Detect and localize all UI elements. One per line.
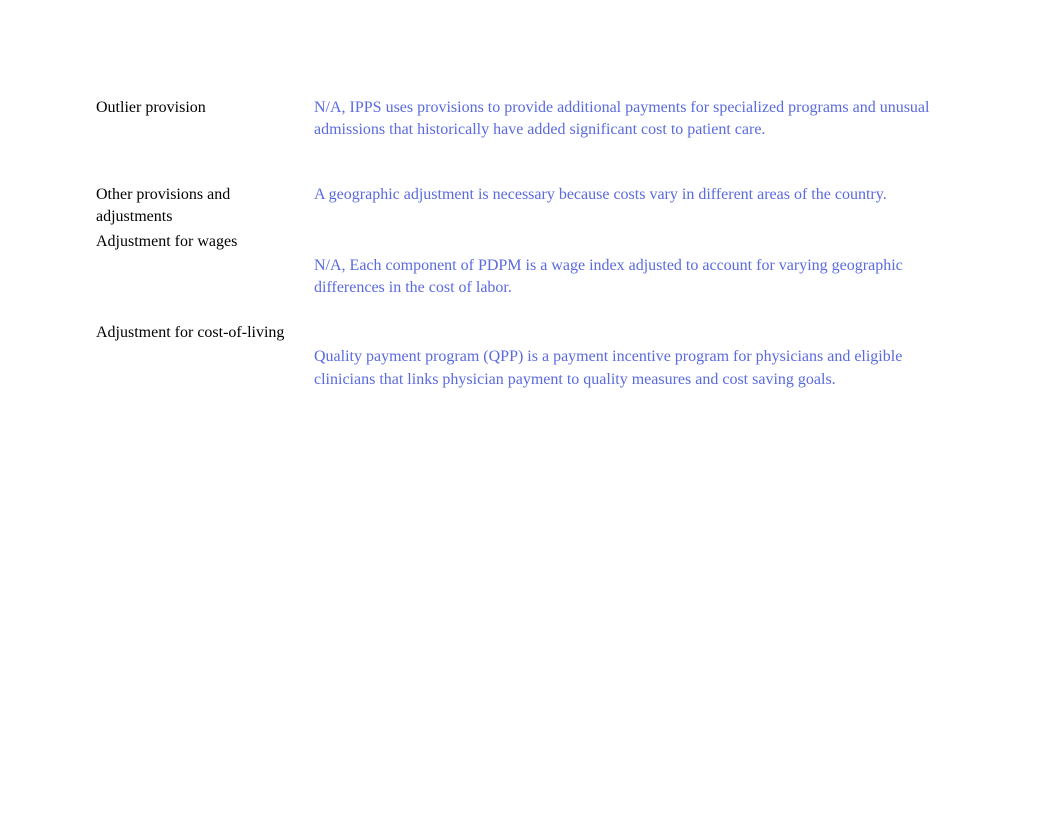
row-label (96, 346, 314, 393)
table-row: Other provisions and adjustments A geogr… (96, 184, 932, 231)
row-label: Outlier provision (96, 97, 314, 144)
row-label: Adjustment for wages (96, 231, 314, 255)
table-row: Outlier provision N/A, IPPS uses provisi… (96, 97, 932, 144)
row-description: N/A, IPPS uses provisions to provide add… (314, 97, 932, 144)
provisions-table: Outlier provision N/A, IPPS uses provisi… (96, 97, 932, 393)
row-label: Adjustment for cost-of-living (96, 322, 314, 346)
row-description: Quality payment program (QPP) is a payme… (314, 346, 932, 393)
row-label: Other provisions and adjustments (96, 184, 314, 231)
document-content: Outlier provision N/A, IPPS uses provisi… (0, 0, 1062, 393)
table-row: Adjustment for wages (96, 231, 932, 255)
row-description (314, 322, 932, 346)
table-row: Adjustment for cost-of-living (96, 322, 932, 346)
row-description: N/A, Each component of PDPM is a wage in… (314, 255, 932, 302)
row-description (314, 231, 932, 255)
row-description: A geographic adjustment is necessary bec… (314, 184, 932, 231)
row-label (96, 255, 314, 302)
table-row: Quality payment program (QPP) is a payme… (96, 346, 932, 393)
table-row: N/A, Each component of PDPM is a wage in… (96, 255, 932, 302)
